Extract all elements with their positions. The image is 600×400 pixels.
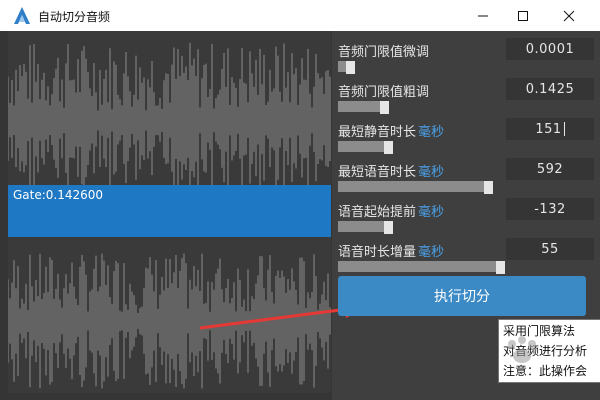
param-row: 音频门限值粗调 0.1425 bbox=[332, 75, 600, 115]
param-row: 最短语音时长 毫秒 592 bbox=[332, 155, 600, 195]
param-row: 最短静音时长 毫秒 151 bbox=[332, 115, 600, 155]
param-row: 语音起始提前 毫秒 -132 bbox=[332, 195, 600, 235]
param-unit: 毫秒 bbox=[418, 205, 445, 220]
param-value-text: -132 bbox=[534, 201, 566, 217]
param-label-text: 最短静音时长 bbox=[338, 125, 417, 140]
close-icon bbox=[563, 10, 575, 21]
param-value-text: 0.0001 bbox=[525, 41, 575, 57]
param-slider-track[interactable] bbox=[338, 221, 388, 232]
param-slider-knob[interactable] bbox=[380, 101, 389, 114]
param-value-text: 592 bbox=[536, 161, 564, 177]
param-slider-track[interactable] bbox=[338, 101, 384, 112]
param-label: 语音起始提前 毫秒 bbox=[338, 201, 444, 220]
param-value-input[interactable]: 0.1425 bbox=[506, 78, 594, 100]
param-label: 语音时长增量 毫秒 bbox=[338, 241, 444, 260]
param-value-text: 55 bbox=[541, 241, 559, 257]
param-unit: 毫秒 bbox=[418, 245, 445, 260]
param-slider-knob[interactable] bbox=[484, 181, 493, 194]
param-value-input[interactable]: -132 bbox=[506, 198, 594, 220]
gate-label: Gate:0.142600 bbox=[13, 188, 104, 202]
run-split-button[interactable]: 执行切分 bbox=[338, 276, 586, 316]
param-label: 音频门限值微调 bbox=[338, 41, 429, 60]
param-slider-track[interactable] bbox=[338, 141, 388, 152]
param-value-text: 0.1425 bbox=[525, 81, 575, 97]
param-unit: 毫秒 bbox=[418, 125, 445, 140]
param-value-input[interactable]: 592 bbox=[506, 158, 594, 180]
waveform-panel[interactable]: Gate:0.142600 bbox=[8, 31, 331, 393]
maximize-icon bbox=[518, 10, 528, 21]
param-value-text: 151 bbox=[535, 121, 562, 137]
window-title: 自动切分音频 bbox=[38, 10, 111, 24]
param-slider-track[interactable] bbox=[338, 261, 500, 272]
param-value-input[interactable]: 55 bbox=[506, 238, 594, 260]
param-value-input[interactable]: 0.0001 bbox=[506, 38, 594, 60]
param-label-text: 语音起始提前 bbox=[338, 205, 417, 220]
param-label-text: 最短语音时长 bbox=[338, 165, 417, 180]
param-label-text: 音频门限值微调 bbox=[338, 45, 430, 60]
param-slider-knob[interactable] bbox=[346, 61, 355, 74]
param-value-input[interactable]: 151 bbox=[506, 118, 594, 140]
param-unit: 毫秒 bbox=[418, 165, 445, 180]
minimize-icon bbox=[478, 15, 488, 16]
watermark-paw-icon bbox=[508, 336, 536, 363]
text-caret bbox=[563, 122, 565, 136]
param-slider-knob[interactable] bbox=[384, 221, 393, 234]
param-label: 最短静音时长 毫秒 bbox=[338, 121, 444, 140]
param-label: 音频门限值粗调 bbox=[338, 81, 429, 100]
close-button[interactable] bbox=[546, 0, 592, 31]
title-bar: 自动切分音频 bbox=[0, 0, 600, 31]
param-label-text: 语音时长增量 bbox=[338, 245, 417, 260]
param-row: 音频门限值微调 0.0001 bbox=[332, 35, 600, 75]
param-label-text: 音频门限值粗调 bbox=[338, 85, 430, 100]
param-slider-track[interactable] bbox=[338, 181, 488, 192]
app-logo-icon bbox=[14, 7, 30, 24]
maximize-button[interactable] bbox=[500, 0, 546, 31]
param-row: 语音时长增量 毫秒 55 bbox=[332, 235, 600, 275]
param-slider-knob[interactable] bbox=[496, 261, 505, 274]
param-label: 最短语音时长 毫秒 bbox=[338, 161, 444, 180]
param-slider-knob[interactable] bbox=[384, 141, 393, 154]
